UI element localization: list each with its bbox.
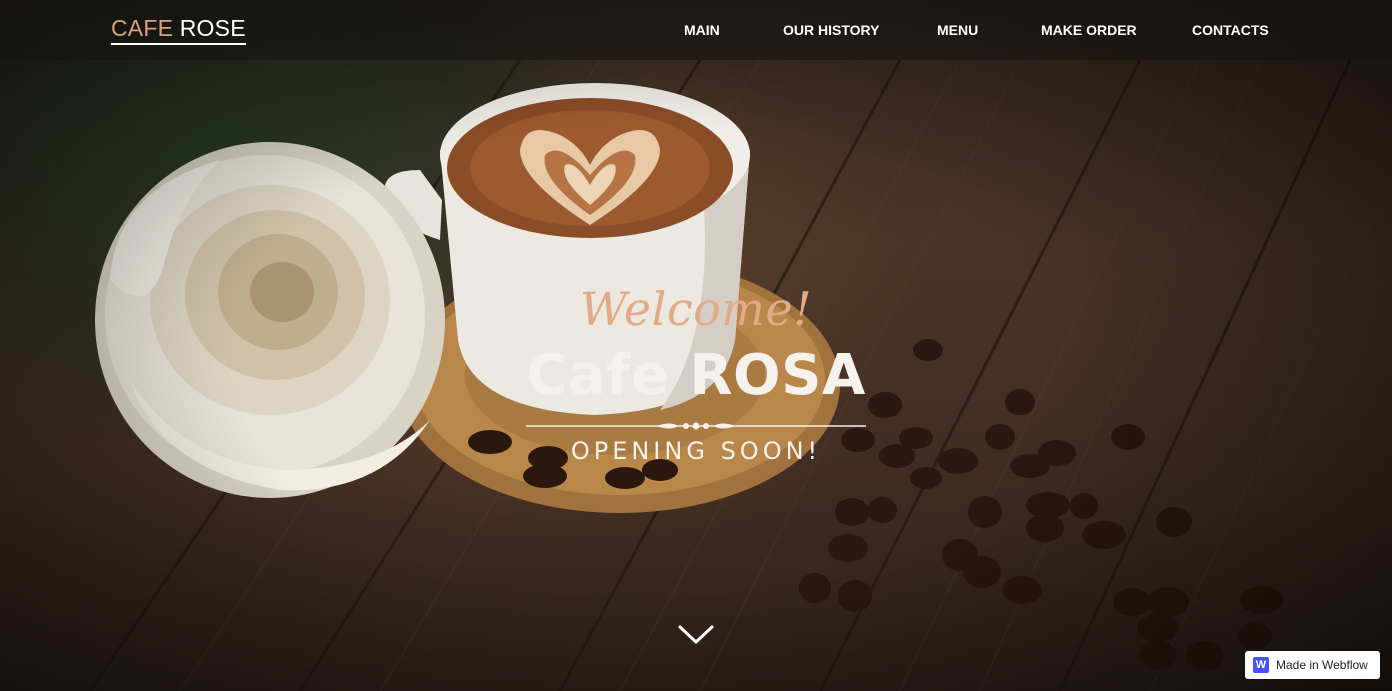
top-navbar: CAFE ROSE MAIN OUR HISTORY MENU MAKE ORD… [0, 0, 1392, 60]
nav-link-our-history[interactable]: OUR HISTORY [783, 21, 879, 39]
cafe-title: Cafe ROSA [526, 343, 866, 408]
nav-link-contacts[interactable]: CONTACTS [1192, 21, 1269, 39]
nav-link-main[interactable]: MAIN [684, 21, 720, 39]
chevron-down-icon[interactable] [678, 624, 714, 646]
nav-link-make-order[interactable]: MAKE ORDER [1041, 21, 1137, 39]
made-in-webflow-badge[interactable]: W Made in Webflow [1245, 651, 1380, 679]
welcome-heading: Welcome! [579, 282, 813, 336]
nav-link-menu[interactable]: MENU [937, 21, 978, 39]
ornament-divider [526, 422, 866, 430]
logo-word-rose: ROSE [179, 15, 246, 41]
badge-label: Made in Webflow [1276, 658, 1368, 672]
logo-word-cafe: CAFE [111, 15, 174, 41]
webflow-icon: W [1253, 657, 1269, 673]
brand-logo[interactable]: CAFE ROSE [111, 15, 246, 45]
opening-soon-text: OPENING SOON! [570, 437, 822, 465]
